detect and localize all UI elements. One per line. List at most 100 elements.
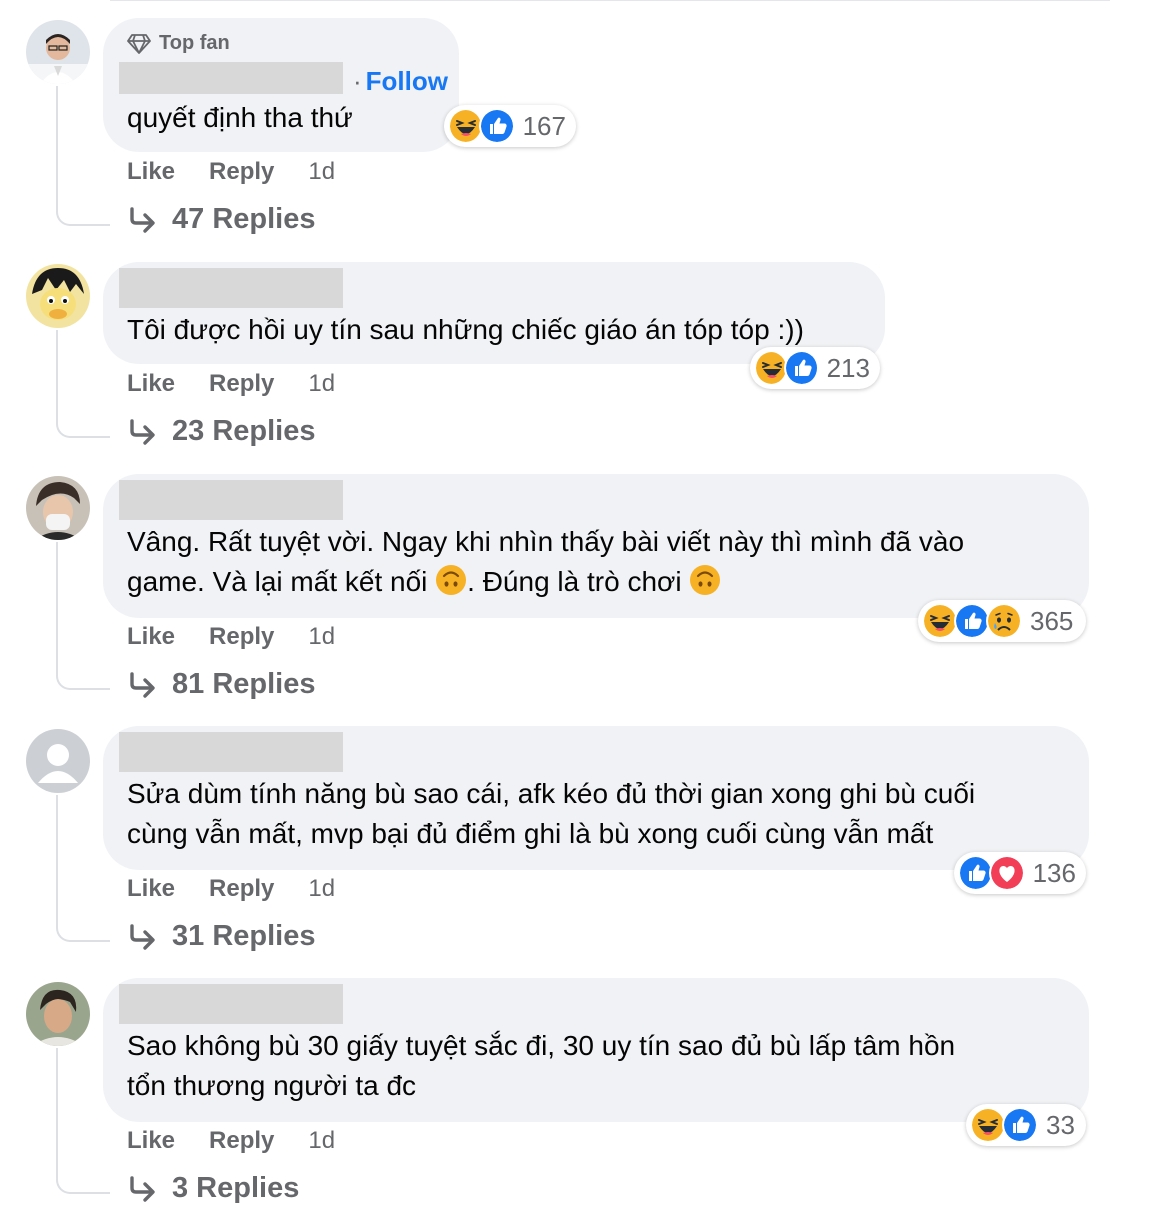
- comment-line: Vâng. Rất tuyệt vời. Ngay khi nhìn thấy …: [127, 526, 965, 557]
- reply-arrow-icon: [128, 670, 158, 700]
- like-icon: [1002, 1107, 1038, 1143]
- avatar[interactable]: [26, 476, 90, 540]
- author-name-redacted[interactable]: [119, 268, 343, 308]
- comment-text: Vâng. Rất tuyệt vời. Ngay khi nhìn thấy …: [127, 522, 964, 602]
- reaction-summary[interactable]: 213: [750, 347, 880, 389]
- author-name-redacted[interactable]: [119, 480, 343, 520]
- avatar[interactable]: [26, 982, 90, 1046]
- reaction-count: 33: [1046, 1109, 1075, 1140]
- comment-bubble: Sao không bù 30 giấy tuyệt sắc đi, 30 uy…: [103, 978, 1089, 1122]
- view-replies-link[interactable]: 23 Replies: [128, 415, 315, 448]
- replies-count[interactable]: 23 Replies: [172, 415, 315, 448]
- like-action[interactable]: Like: [127, 370, 175, 398]
- sad-icon: [986, 603, 1022, 639]
- reaction-summary[interactable]: 136: [954, 852, 1086, 894]
- author-name-redacted[interactable]: [119, 732, 343, 772]
- reply-arrow-icon: [128, 417, 158, 447]
- view-replies-link[interactable]: 3 Replies: [128, 1172, 299, 1205]
- comment-line: tổn thương người ta đc: [127, 1070, 417, 1101]
- reaction-count: 136: [1032, 857, 1076, 888]
- comment-thread: Vâng. Rất tuyệt vời. Ngay khi nhìn thấy …: [0, 460, 1160, 712]
- reaction-count: 365: [1030, 605, 1074, 636]
- haha-icon: [448, 108, 484, 144]
- timestamp[interactable]: 1d: [308, 1127, 335, 1155]
- author-name-redacted[interactable]: [119, 62, 343, 94]
- like-action[interactable]: Like: [127, 1127, 175, 1155]
- comment-actions: Like Reply 1d: [127, 158, 335, 186]
- reply-action[interactable]: Reply: [209, 875, 274, 903]
- like-action[interactable]: Like: [127, 623, 175, 651]
- haha-icon: [970, 1107, 1006, 1143]
- like-icon: [954, 603, 990, 639]
- follow-label[interactable]: Follow: [366, 66, 448, 96]
- reply-action[interactable]: Reply: [209, 158, 274, 186]
- comment-thread: Tôi được hồi uy tín sau những chiếc giáo…: [0, 248, 1160, 460]
- replies-count[interactable]: 81 Replies: [172, 668, 315, 701]
- comment-thread: Top fan · Follow quyết định tha thứ 167 L…: [0, 0, 1160, 248]
- replies-count[interactable]: 47 Replies: [172, 203, 315, 236]
- author-name-redacted[interactable]: [119, 984, 343, 1024]
- reaction-summary[interactable]: 167: [444, 105, 576, 147]
- comment-actions: Like Reply 1d: [127, 370, 335, 398]
- comment-text: Sao không bù 30 giấy tuyệt sắc đi, 30 uy…: [127, 1026, 955, 1106]
- like-action[interactable]: Like: [127, 875, 175, 903]
- comment-thread: Sửa dùm tính năng bù sao cái, afk kéo đủ…: [0, 712, 1160, 964]
- comment-thread: Sao không bù 30 giấy tuyệt sắc đi, 30 uy…: [0, 964, 1160, 1212]
- reaction-summary[interactable]: 33: [966, 1104, 1086, 1146]
- comment-bubble: Vâng. Rất tuyệt vời. Ngay khi nhìn thấy …: [103, 474, 1089, 618]
- comment-text: Tôi được hồi uy tín sau những chiếc giáo…: [127, 310, 804, 350]
- timestamp[interactable]: 1d: [308, 875, 335, 903]
- reply-arrow-icon: [128, 922, 158, 952]
- upside-down-face-icon: [689, 564, 721, 596]
- like-icon: [479, 108, 515, 144]
- reply-action[interactable]: Reply: [209, 623, 274, 651]
- comment-line: cùng vẫn mất, mvp bại đủ điểm ghi là bù …: [127, 818, 934, 849]
- haha-icon: [922, 603, 958, 639]
- thread-connector: [56, 330, 110, 438]
- comment-bubble: Top fan · Follow quyết định tha thứ: [103, 18, 459, 152]
- comment-text: quyết định tha thứ: [127, 98, 353, 138]
- reaction-count: 213: [826, 352, 870, 383]
- comment-line: Tôi được hồi uy tín sau những chiếc giáo…: [127, 314, 804, 345]
- comment-actions: Like Reply 1d: [127, 875, 335, 903]
- thread-connector: [56, 86, 110, 226]
- follow-link[interactable]: · Follow: [353, 66, 448, 97]
- reply-arrow-icon: [128, 1174, 158, 1204]
- love-icon: [989, 855, 1025, 891]
- thread-connector: [56, 542, 110, 690]
- comment-line: Sửa dùm tính năng bù sao cái, afk kéo đủ…: [127, 778, 976, 809]
- haha-icon: [754, 350, 789, 386]
- comment-line: game. Và lại mất kết nối . Đúng là trò c…: [127, 562, 964, 602]
- avatar[interactable]: [26, 264, 90, 328]
- view-replies-link[interactable]: 81 Replies: [128, 668, 315, 701]
- thread-connector: [56, 795, 110, 942]
- comment-line: Sao không bù 30 giấy tuyệt sắc đi, 30 uy…: [127, 1030, 956, 1061]
- comment-actions: Like Reply 1d: [127, 1127, 335, 1155]
- timestamp[interactable]: 1d: [308, 158, 335, 186]
- comment-text-segment: . Đúng là trò chơi: [467, 566, 690, 597]
- view-replies-link[interactable]: 47 Replies: [128, 203, 315, 236]
- diamond-icon: [127, 33, 151, 54]
- reaction-summary[interactable]: 365: [918, 600, 1086, 642]
- top-fan-badge: Top fan: [127, 32, 230, 55]
- timestamp[interactable]: 1d: [308, 623, 335, 651]
- avatar[interactable]: [26, 20, 90, 84]
- avatar[interactable]: [26, 729, 90, 793]
- reply-action[interactable]: Reply: [209, 1127, 274, 1155]
- upside-down-face-icon: [435, 564, 467, 596]
- like-icon: [958, 855, 994, 891]
- like-icon: [784, 350, 819, 386]
- comment-text: Sửa dùm tính năng bù sao cái, afk kéo đủ…: [127, 774, 975, 854]
- comment-line: quyết định tha thứ: [127, 102, 353, 133]
- comment-bubble: Sửa dùm tính năng bù sao cái, afk kéo đủ…: [103, 726, 1089, 870]
- comment-text-segment: game. Và lại mất kết nối: [127, 566, 436, 597]
- replies-count[interactable]: 31 Replies: [172, 920, 315, 953]
- thread-connector: [56, 1048, 110, 1194]
- view-replies-link[interactable]: 31 Replies: [128, 920, 315, 953]
- reply-arrow-icon: [128, 205, 158, 235]
- replies-count[interactable]: 3 Replies: [172, 1172, 299, 1205]
- reply-action[interactable]: Reply: [209, 370, 274, 398]
- top-fan-label: Top fan: [159, 32, 230, 54]
- like-action[interactable]: Like: [127, 158, 175, 186]
- timestamp[interactable]: 1d: [308, 370, 335, 398]
